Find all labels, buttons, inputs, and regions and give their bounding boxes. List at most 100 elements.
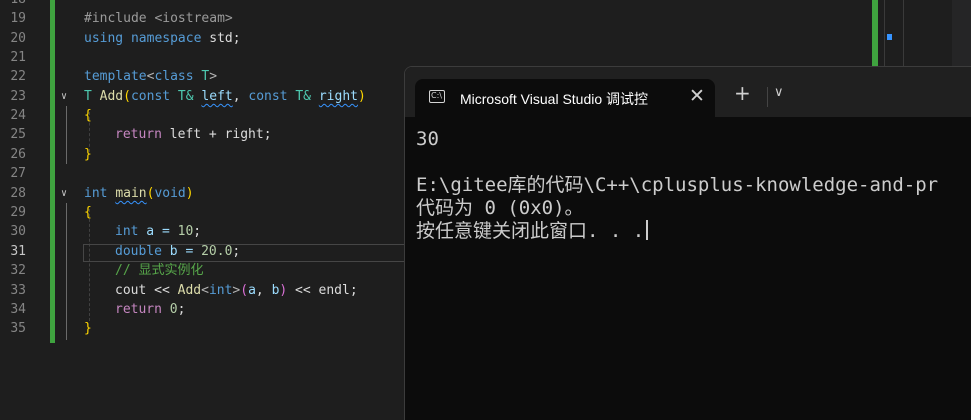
code-token: int bbox=[115, 224, 139, 239]
code-token: ; bbox=[349, 283, 358, 298]
change-indicator-bar bbox=[50, 0, 55, 343]
side-panel-edge[interactable] bbox=[952, 0, 971, 70]
code-line-20: using namespace std; bbox=[84, 29, 241, 48]
chevron-down-icon[interactable]: ∨ bbox=[774, 85, 784, 100]
code-line-25: return left + right; bbox=[115, 125, 272, 144]
code-line-29: { bbox=[84, 203, 92, 222]
line-number: 33 bbox=[10, 283, 26, 298]
overview-divider bbox=[884, 0, 885, 70]
code-token: namespace bbox=[130, 31, 202, 46]
new-tab-button[interactable]: + bbox=[734, 83, 751, 103]
code-line-22: template<class T> bbox=[84, 67, 217, 86]
code-token: double bbox=[115, 244, 162, 259]
code-token: return bbox=[115, 127, 162, 142]
code-token: using bbox=[84, 31, 124, 46]
code-token: T& bbox=[170, 89, 202, 104]
code-token: << bbox=[146, 283, 178, 298]
code-token: ) bbox=[185, 186, 194, 201]
code-token: cout bbox=[115, 283, 147, 298]
code-token: Add bbox=[177, 283, 202, 298]
code-token: endl bbox=[318, 283, 350, 298]
code-token: template bbox=[84, 69, 147, 84]
overview-divider bbox=[903, 0, 904, 70]
console-output-line: 30 bbox=[416, 128, 439, 150]
code-token: , bbox=[232, 89, 249, 104]
fold-toggle-icon[interactable]: ∨ bbox=[61, 184, 67, 203]
code-token: T& bbox=[287, 89, 319, 104]
console-tab-title: Microsoft Visual Studio 调试控 bbox=[460, 91, 649, 107]
code-token: 10 bbox=[177, 224, 194, 239]
code-token: ; bbox=[193, 224, 202, 239]
code-line-28: int main(void) bbox=[84, 184, 194, 203]
code-token: #include bbox=[84, 11, 155, 26]
tab-separator bbox=[767, 87, 768, 107]
close-tab-icon[interactable]: ✕ bbox=[689, 85, 705, 107]
line-number: 34 bbox=[10, 302, 26, 317]
debug-console-window[interactable]: C:\ Microsoft Visual Studio 调试控 ✕ + ∨ 30… bbox=[404, 66, 971, 420]
console-tab[interactable]: C:\ Microsoft Visual Studio 调试控 ✕ bbox=[415, 79, 715, 117]
code-line-32: // 显式实例化 bbox=[115, 261, 203, 280]
code-token: , bbox=[255, 283, 272, 298]
text-cursor bbox=[646, 220, 649, 240]
code-token: left + right; bbox=[161, 127, 272, 142]
code-token: <iostream> bbox=[154, 11, 233, 26]
code-line-24: { bbox=[84, 106, 92, 125]
line-number: 26 bbox=[10, 147, 26, 162]
code-token: std; bbox=[201, 31, 241, 46]
line-number: 29 bbox=[10, 205, 26, 220]
code-token: return bbox=[115, 302, 162, 317]
code-token: int bbox=[208, 283, 233, 298]
line-number: 25 bbox=[10, 127, 26, 142]
fold-range-line bbox=[66, 203, 67, 340]
code-line-31: double b = 20.0; bbox=[115, 242, 240, 261]
line-number: 35 bbox=[10, 321, 26, 336]
fold-range-line bbox=[66, 106, 67, 164]
console-tab-bar: C:\ Microsoft Visual Studio 调试控 ✕ + ∨ bbox=[405, 67, 971, 117]
code-token: 20.0 bbox=[201, 244, 233, 259]
code-token: int bbox=[84, 186, 108, 201]
code-token: const bbox=[248, 89, 288, 104]
code-line-23: T Add(const T& left, const T& right) bbox=[84, 87, 366, 106]
line-number: 28 bbox=[10, 186, 26, 201]
code-line-35: } bbox=[84, 319, 92, 338]
code-token: < bbox=[201, 283, 209, 298]
code-token: const bbox=[130, 89, 171, 104]
code-token: void bbox=[154, 186, 186, 201]
line-number: 21 bbox=[10, 50, 26, 65]
code-token: { bbox=[84, 205, 92, 220]
fold-toggle-icon[interactable]: ∨ bbox=[61, 87, 67, 106]
line-number: 23 bbox=[10, 89, 26, 104]
console-output-line: E:\gitee库的代码\C++\cplusplus-knowledge-and… bbox=[416, 174, 939, 196]
code-token: Add bbox=[99, 89, 124, 104]
code-line-34: return 0; bbox=[115, 300, 185, 319]
code-token: ; bbox=[177, 302, 186, 317]
line-number: 20 bbox=[10, 31, 26, 46]
line-number: 22 bbox=[10, 69, 26, 84]
code-token: b = bbox=[161, 244, 202, 259]
code-token: 0 bbox=[169, 302, 178, 317]
console-prompt-text: 按任意键关闭此窗口. . . bbox=[416, 220, 645, 242]
line-number: 24 bbox=[10, 108, 26, 123]
code-token: > bbox=[209, 69, 218, 84]
indent-guide bbox=[89, 209, 90, 321]
code-comment: // 显式实例化 bbox=[115, 263, 204, 278]
line-number: 18 bbox=[0, 0, 26, 9]
code-line-30: int a = 10; bbox=[115, 222, 201, 241]
code-line-26: } bbox=[84, 145, 92, 164]
code-line-33: cout << Add<int>(a, b) << endl; bbox=[115, 281, 358, 300]
code-token: class bbox=[154, 69, 194, 84]
overview-caret-marker bbox=[887, 34, 892, 40]
overview-change-marker bbox=[872, 0, 878, 70]
code-token: } bbox=[84, 147, 92, 162]
code-token: ; bbox=[232, 244, 241, 259]
code-token: T bbox=[84, 89, 92, 104]
code-token: left bbox=[201, 89, 233, 104]
code-token: main bbox=[115, 186, 147, 201]
code-line-19: #include <iostream> bbox=[84, 9, 233, 28]
line-number: 27 bbox=[10, 166, 26, 181]
code-token: << bbox=[287, 283, 319, 298]
line-number: 32 bbox=[10, 263, 26, 278]
